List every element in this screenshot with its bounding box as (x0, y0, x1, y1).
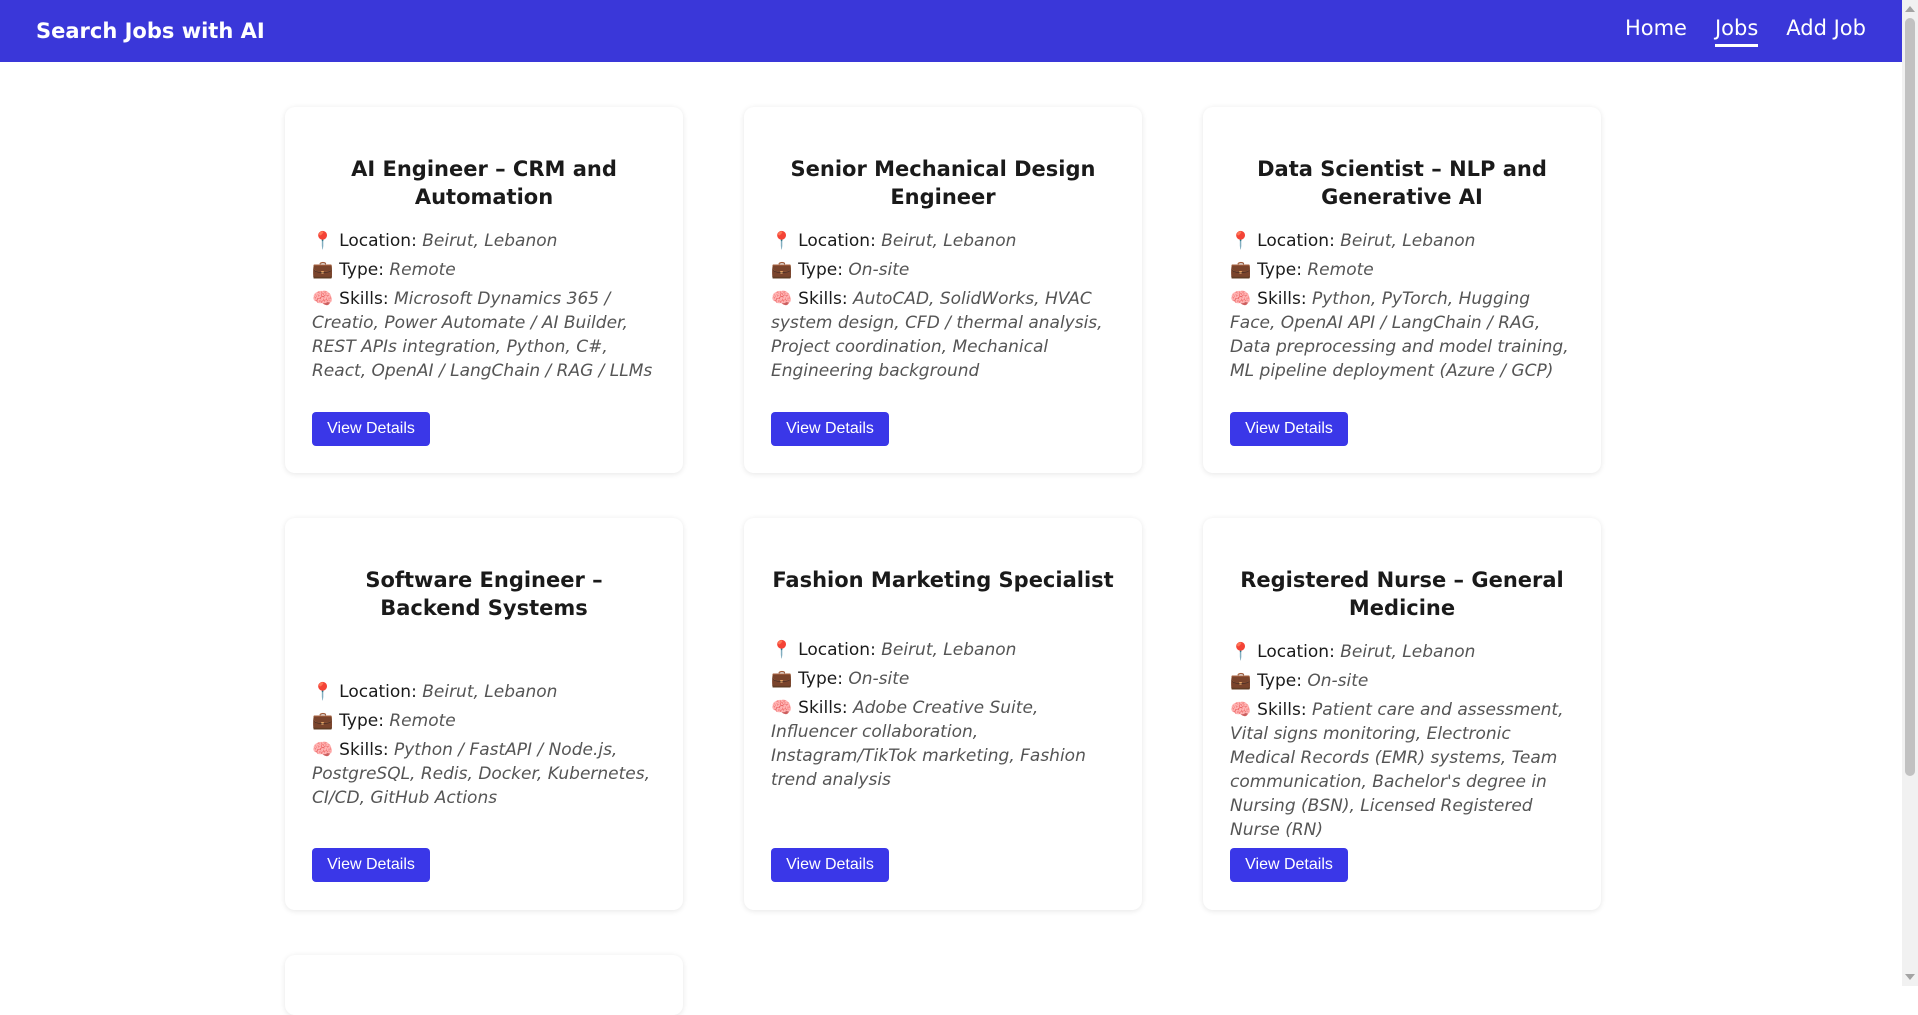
briefcase-icon: 💼 (312, 711, 334, 731)
skills-field: 🧠 Skills: Microsoft Dynamics 365 / Creati… (312, 289, 653, 381)
scrollbar-thumb[interactable] (1905, 18, 1915, 776)
job-title: AI Engineer – CRM and Automation (351, 157, 617, 209)
location-field: 📍 Location: Beirut, Lebanon (771, 231, 1017, 251)
job-title: Senior Mechanical Design Engineer (790, 157, 1096, 209)
pushpin-icon: 📍 (771, 640, 793, 660)
nav-jobs-link[interactable]: Jobs (1714, 16, 1759, 47)
briefcase-icon: 💼 (771, 260, 793, 280)
nav-home-link[interactable]: Home (1625, 16, 1687, 47)
view-details-button[interactable]: View Details (312, 412, 430, 446)
location-field: 📍 Location: Beirut, Lebanon (771, 640, 1017, 660)
location-field: 📍 Location: Beirut, Lebanon (1230, 642, 1476, 662)
brain-icon: 🧠 (1230, 700, 1252, 720)
pushpin-icon: 📍 (312, 231, 334, 251)
job-title: Software Engineer – Backend Systems (365, 568, 603, 620)
view-details-button[interactable]: View Details (1230, 412, 1348, 446)
job-title: Fashion Marketing Specialist (772, 568, 1114, 592)
job-card: Registered Nurse – General Medicine 📍 Loc… (1203, 518, 1601, 910)
briefcase-icon: 💼 (312, 260, 334, 280)
skills-field: 🧠 Skills: Python / FastAPI / Node.js, Pos… (312, 740, 651, 808)
job-card: Data Scientist – NLP and Generative AI 📍… (1203, 107, 1601, 473)
brain-icon: 🧠 (771, 698, 793, 718)
brain-icon: 🧠 (312, 289, 334, 309)
briefcase-icon: 💼 (1230, 671, 1252, 691)
type-field: 💼 Type: Remote (312, 711, 456, 731)
job-title: Data Scientist – NLP and Generative AI (1257, 157, 1547, 209)
briefcase-icon: 💼 (771, 669, 793, 689)
scroll-up-arrow-icon[interactable] (1905, 6, 1915, 12)
job-card: Software Engineer – Backend Systems 📍 Loc… (285, 518, 683, 910)
job-card: Fashion Marketing Specialist 📍 Location: … (744, 518, 1142, 910)
skills-field: 🧠 Skills: Adobe Creative Suite, Influence… (771, 698, 1086, 790)
briefcase-icon: 💼 (1230, 260, 1252, 280)
view-details-button[interactable]: View Details (1230, 848, 1348, 882)
scroll-down-arrow-icon[interactable] (1905, 974, 1915, 980)
pushpin-icon: 📍 (1230, 642, 1252, 662)
brand-title[interactable]: Search Jobs with AI (36, 19, 265, 43)
brain-icon: 🧠 (1230, 289, 1252, 309)
type-field: 💼 Type: On-site (771, 669, 910, 689)
nav-links: Home Jobs Add Job (1625, 16, 1866, 47)
pushpin-icon: 📍 (312, 682, 334, 702)
pushpin-icon: 📍 (1230, 231, 1252, 251)
job-card: AI Engineer – CRM and Automation 📍 Locati… (285, 107, 683, 473)
pushpin-icon: 📍 (771, 231, 793, 251)
vertical-scrollbar[interactable] (1902, 0, 1918, 986)
view-details-button[interactable]: View Details (771, 412, 889, 446)
view-details-button[interactable]: View Details (771, 848, 889, 882)
location-field: 📍 Location: Beirut, Lebanon (312, 682, 558, 702)
type-field: 💼 Type: Remote (1230, 260, 1374, 280)
location-field: 📍 Location: Beirut, Lebanon (1230, 231, 1476, 251)
nav-add-job-link[interactable]: Add Job (1786, 16, 1866, 47)
job-card: Senior Mechanical Design Engineer 📍 Locat… (744, 107, 1142, 473)
brain-icon: 🧠 (312, 740, 334, 760)
skills-field: 🧠 Skills: Patient care and assessment, Vi… (1230, 700, 1564, 840)
brain-icon: 🧠 (771, 289, 793, 309)
type-field: 💼 Type: Remote (312, 260, 456, 280)
skills-field: 🧠 Skills: AutoCAD, SolidWorks, HVAC syste… (771, 289, 1103, 381)
location-field: 📍 Location: Beirut, Lebanon (312, 231, 558, 251)
top-navbar: Search Jobs with AI Home Jobs Add Job (0, 0, 1902, 62)
job-title: Registered Nurse – General Medicine (1240, 568, 1564, 620)
type-field: 💼 Type: On-site (771, 260, 910, 280)
type-field: 💼 Type: On-site (1230, 671, 1369, 691)
job-card-partial (285, 955, 683, 1015)
skills-field: 🧠 Skills: Python, PyTorch, Hugging Face, … (1230, 289, 1569, 381)
view-details-button[interactable]: View Details (312, 848, 430, 882)
